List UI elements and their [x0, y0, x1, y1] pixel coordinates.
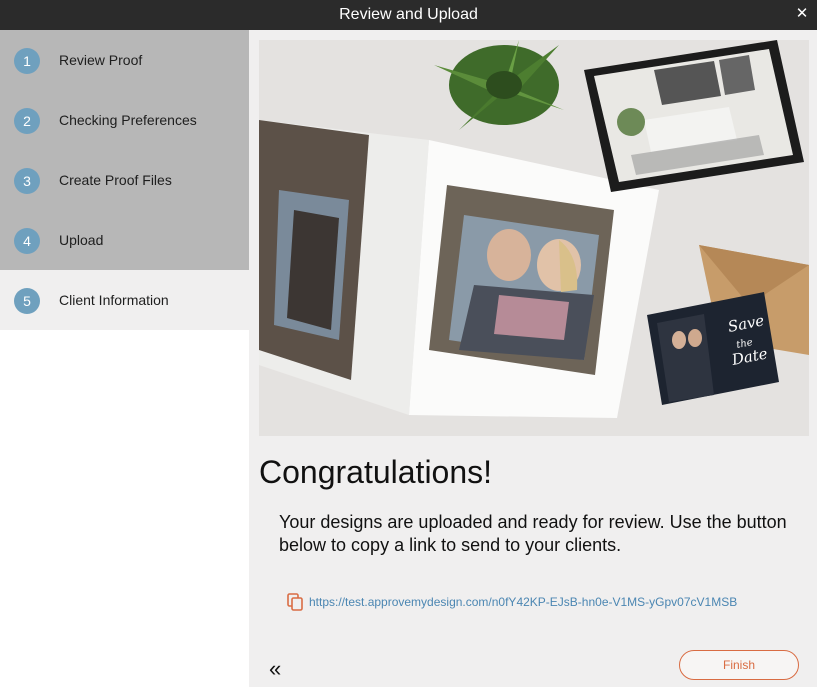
- step-number-badge: 5: [14, 288, 40, 314]
- product-mockup-illustration: Save the Date: [259, 40, 809, 436]
- step-label: Upload: [59, 232, 104, 248]
- step-number-badge: 1: [14, 48, 40, 74]
- step-number-badge: 2: [14, 108, 40, 134]
- step-upload[interactable]: 4 Upload: [0, 210, 249, 270]
- step-label: Review Proof: [59, 52, 143, 68]
- copy-icon[interactable]: [285, 592, 305, 612]
- steps-sidebar: 1 Review Proof 2 Checking Preferences 3 …: [0, 30, 249, 687]
- step-label: Checking Preferences: [59, 112, 197, 128]
- step-label: Client Information: [59, 292, 169, 308]
- review-link[interactable]: https://test.approvemydesign.com/n0fY42K…: [309, 595, 737, 609]
- step-label: Create Proof Files: [59, 172, 172, 188]
- page-title: Congratulations!: [259, 454, 493, 490]
- finish-button[interactable]: Finish: [679, 650, 799, 680]
- hero-image: Save the Date: [259, 40, 809, 436]
- success-message: Your designs are uploaded and ready for …: [279, 512, 787, 555]
- step-number-badge: 4: [14, 228, 40, 254]
- step-review-proof[interactable]: 1 Review Proof: [0, 30, 249, 90]
- step-create-proof-files[interactable]: 3 Create Proof Files: [0, 150, 249, 210]
- title-bar: Review and Upload ✕: [0, 0, 817, 30]
- window-title: Review and Upload: [339, 6, 478, 23]
- back-chevron-icon[interactable]: «: [269, 658, 281, 680]
- copy-link-row[interactable]: https://test.approvemydesign.com/n0fY42K…: [285, 592, 737, 612]
- close-icon[interactable]: ✕: [793, 5, 811, 23]
- step-checking-preferences[interactable]: 2 Checking Preferences: [0, 90, 249, 150]
- main-panel: Save the Date Congratulations! Your desi…: [249, 30, 817, 687]
- step-client-information[interactable]: 5 Client Information: [0, 270, 249, 330]
- step-number-badge: 3: [14, 168, 40, 194]
